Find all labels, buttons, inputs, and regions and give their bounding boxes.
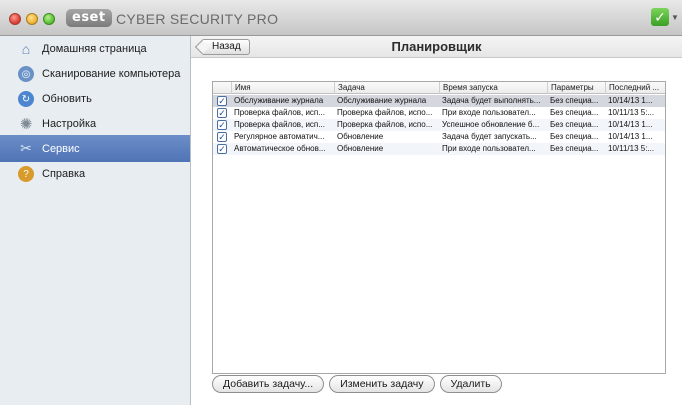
table-cell: Обновление — [337, 132, 384, 141]
table-cell: 10/14/13 1... — [608, 132, 653, 141]
scheduler-panel: Имя Задача Время запуска Параметры После… — [191, 59, 682, 405]
eset-logo: eset — [66, 9, 112, 27]
table-cell: Регулярное автоматич... — [234, 132, 325, 141]
sidebar-item-label: Домашняя страница — [42, 43, 147, 55]
table-row[interactable]: ✓ Регулярное автоматич... Обновление Зад… — [213, 131, 665, 143]
table-cell: Проверка файлов, испо... — [337, 108, 433, 117]
table-cell: Без специа... — [550, 132, 599, 141]
app-window: eset CYBER SECURITY PRO ✓ ▼ ⌂ Домашняя с… — [0, 0, 682, 405]
edit-task-button[interactable]: Изменить задачу — [329, 375, 435, 393]
table-cell: Без специа... — [550, 96, 599, 105]
tasks-table[interactable]: Имя Задача Время запуска Параметры После… — [212, 81, 666, 374]
tools-icon: ✂ — [20, 140, 32, 156]
table-cell: Проверка файлов, испо... — [337, 120, 433, 129]
table-cell: Обслуживание журнала — [234, 96, 324, 105]
task-enabled-checkbox[interactable]: ✓ — [217, 132, 227, 142]
sidebar-item-label: Сканирование компьютера — [42, 68, 181, 80]
table-cell: 10/11/13 5:... — [608, 144, 655, 153]
action-bar: Добавить задачу... Изменить задачу Удали… — [212, 375, 502, 397]
sidebar-item-scan[interactable]: ◎ Сканирование компьютера — [0, 61, 190, 87]
task-enabled-checkbox[interactable]: ✓ — [217, 96, 227, 106]
table-row[interactable]: ✓ Проверка файлов, исп... Проверка файло… — [213, 119, 665, 131]
check-icon[interactable]: ✓ — [651, 8, 669, 26]
table-cell: 10/11/13 5:... — [608, 108, 655, 117]
setup-icon: ✺ — [19, 116, 33, 133]
column-header-start-time[interactable]: Время запуска — [439, 82, 547, 94]
sidebar-item-label: Сервис — [42, 142, 80, 155]
table-cell: Проверка файлов, исп... — [234, 108, 325, 117]
minimize-window-button[interactable] — [26, 13, 38, 25]
table-cell: Обновление — [337, 144, 384, 153]
column-header-parameters[interactable]: Параметры — [547, 82, 605, 94]
sidebar-item-help[interactable]: ? Справка — [0, 161, 190, 187]
home-icon: ⌂ — [21, 41, 31, 57]
table-cell: Без специа... — [550, 144, 599, 153]
sidebar-item-home[interactable]: ⌂ Домашняя страница — [0, 36, 190, 62]
back-button[interactable]: Назад — [201, 39, 250, 55]
delete-task-button[interactable]: Удалить — [439, 375, 502, 393]
table-cell: Проверка файлов, исп... — [234, 120, 325, 129]
table-cell: Без специа... — [550, 108, 599, 117]
task-enabled-checkbox[interactable]: ✓ — [217, 108, 227, 118]
chevron-down-icon[interactable]: ▼ — [671, 13, 679, 22]
zoom-window-button[interactable] — [43, 13, 55, 25]
column-header-last-run[interactable]: Последний ... — [605, 82, 665, 94]
sidebar-item-update[interactable]: ↻ Обновить — [0, 86, 190, 112]
table-row[interactable]: ✓ Проверка файлов, исп... Проверка файло… — [213, 107, 665, 119]
update-icon: ↻ — [18, 91, 34, 107]
table-row[interactable]: ✓ Автоматическое обнов... Обновление При… — [213, 143, 665, 155]
column-header-name[interactable]: Имя — [231, 82, 334, 94]
sidebar-item-label: Обновить — [42, 93, 92, 105]
page-header: Планировщик Назад — [191, 36, 682, 58]
title-bar: eset CYBER SECURITY PRO ✓ ▼ — [0, 0, 682, 36]
sidebar-item-tools[interactable]: ✂ Сервис — [0, 135, 190, 162]
table-cell: При входе пользовател... — [442, 144, 536, 153]
table-cell: Без специа... — [550, 120, 599, 129]
table-cell: Успешное обновление б... — [442, 120, 540, 129]
add-task-button[interactable]: Добавить задачу... — [212, 375, 325, 393]
table-cell: 10/14/13 1... — [608, 120, 653, 129]
close-window-button[interactable] — [9, 13, 21, 25]
sidebar-item-label: Настройка — [42, 118, 97, 130]
table-cell: Автоматическое обнов... — [234, 144, 326, 153]
task-enabled-checkbox[interactable]: ✓ — [217, 144, 227, 154]
page-title: Планировщик — [391, 39, 482, 54]
table-cell: Задача будет запускать... — [442, 132, 537, 141]
table-cell: 10/14/13 1... — [608, 96, 653, 105]
table-cell: При входе пользовател... — [442, 108, 536, 117]
sidebar: ⌂ Домашняя страница ◎ Сканирование компь… — [0, 36, 191, 405]
table-row[interactable]: ✓ Обслуживание журнала Обслуживание журн… — [213, 95, 665, 107]
table-header: Имя Задача Время запуска Параметры После… — [213, 82, 665, 94]
help-icon: ? — [18, 166, 34, 182]
sidebar-item-label: Справка — [42, 168, 86, 180]
table-cell: Обслуживание журнала — [337, 96, 427, 105]
scan-icon: ◎ — [18, 66, 34, 82]
column-header-task[interactable]: Задача — [334, 82, 439, 94]
task-enabled-checkbox[interactable]: ✓ — [217, 120, 227, 130]
sidebar-item-setup[interactable]: ✺ Настройка — [0, 111, 190, 137]
app-title: CYBER SECURITY PRO — [116, 11, 279, 27]
table-cell: Задача будет выполнять... — [442, 96, 541, 105]
